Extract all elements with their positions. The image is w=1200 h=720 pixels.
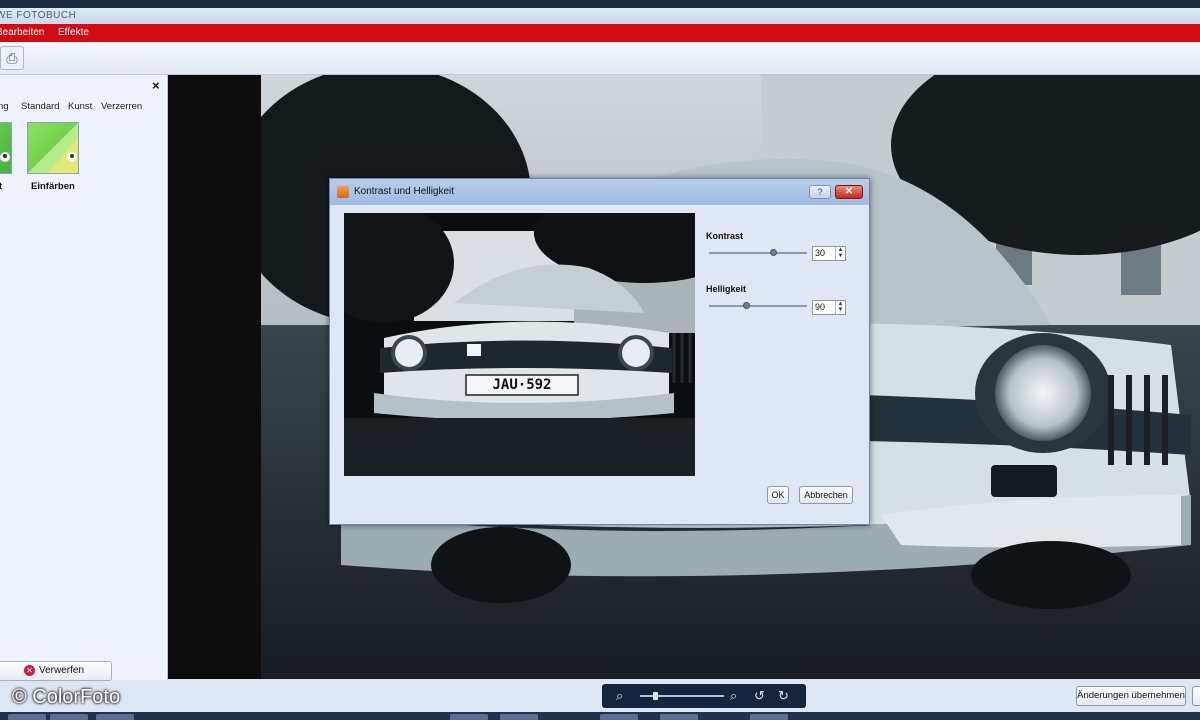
tab-partial[interactable]: ng bbox=[0, 101, 9, 112]
spinner-arrows-icon[interactable]: ▲ ▼ bbox=[835, 247, 845, 260]
contrast-slider-thumb[interactable] bbox=[769, 249, 777, 256]
close-panel-icon[interactable]: × bbox=[152, 78, 160, 93]
window-title: WE FOTOBUCH bbox=[0, 10, 77, 21]
zoom-slider-thumb[interactable] bbox=[653, 692, 659, 700]
effect-label-partial: t bbox=[0, 181, 3, 192]
cancel-button[interactable]: Abbrechen bbox=[799, 486, 853, 504]
print-button[interactable]: ⎙ bbox=[0, 46, 24, 70]
dialog-preview-image: JAU·592 bbox=[344, 213, 695, 476]
taskbar-item[interactable] bbox=[8, 714, 46, 720]
contrast-slider[interactable] bbox=[709, 249, 807, 256]
taskbar-item[interactable] bbox=[750, 714, 788, 720]
rotate-right-icon[interactable]: ↻ bbox=[778, 688, 789, 704]
brightness-slider[interactable] bbox=[709, 302, 807, 309]
discard-button[interactable]: ✕ Verwerfen bbox=[0, 661, 112, 681]
effects-panel: × ng Standard Kunst Verzerren t Einfärbe… bbox=[0, 75, 168, 681]
rotate-left-icon[interactable]: ↺ bbox=[754, 688, 765, 704]
spinner-arrows-icon[interactable]: ▲ ▼ bbox=[835, 301, 845, 314]
effect-thumb-art bbox=[0, 152, 10, 162]
brightness-slider-thumb[interactable] bbox=[743, 302, 751, 309]
discard-icon: ✕ bbox=[23, 664, 35, 676]
taskbar-item[interactable] bbox=[96, 714, 134, 720]
taskbar-item[interactable] bbox=[600, 714, 638, 720]
app-icon bbox=[337, 186, 349, 198]
menu-item-bearbeiten[interactable]: Bearbeiten bbox=[0, 24, 44, 42]
tab-verzerren[interactable]: Verzerren bbox=[101, 101, 142, 112]
zoom-bar: ⌕ ⌕ ↺ ↻ bbox=[602, 684, 806, 708]
effect-thumb-partial[interactable] bbox=[0, 122, 12, 174]
cut-off-button[interactable] bbox=[1192, 686, 1200, 706]
taskbar-item[interactable] bbox=[50, 714, 88, 720]
effect-label-einfaerben: Einfärben bbox=[31, 181, 75, 192]
menu-item-effekte[interactable]: Effekte bbox=[58, 24, 89, 42]
taskbar-item[interactable] bbox=[660, 714, 698, 720]
help-button[interactable]: ? bbox=[809, 185, 831, 199]
taskbar-item[interactable] bbox=[500, 714, 538, 720]
brightness-value: 90 bbox=[815, 302, 826, 312]
zoom-in-icon[interactable]: ⌕ bbox=[730, 688, 737, 704]
preview-photo-art bbox=[344, 213, 695, 476]
print-icon: ⎙ bbox=[6, 50, 18, 66]
close-dialog-button[interactable]: ✕ bbox=[835, 185, 863, 199]
dialog-title-bar[interactable]: Kontrast und Helligkeit ? ✕ bbox=[330, 179, 869, 205]
contrast-spinner[interactable]: 30 ▲ ▼ bbox=[812, 246, 846, 261]
license-plate-text: JAU·592 bbox=[492, 377, 552, 393]
contrast-brightness-dialog: Kontrast und Helligkeit ? ✕ JAU·592 Kont… bbox=[329, 178, 870, 525]
dialog-title: Kontrast und Helligkeit bbox=[354, 186, 455, 197]
tab-standard[interactable]: Standard bbox=[21, 101, 60, 112]
contrast-label: Kontrast bbox=[706, 231, 744, 241]
top-strip bbox=[0, 0, 1200, 8]
tab-kunst[interactable]: Kunst bbox=[68, 101, 92, 112]
taskbar bbox=[0, 712, 1200, 720]
colorize-thumb-art bbox=[28, 123, 78, 173]
window-title-bar: WE FOTOBUCH bbox=[0, 8, 1200, 24]
effect-thumb-einfaerben[interactable] bbox=[27, 122, 79, 174]
apply-changes-button[interactable]: Änderungen übernehmen bbox=[1076, 686, 1186, 706]
brightness-spinner[interactable]: 90 ▲ ▼ bbox=[812, 300, 846, 315]
discard-label: Verwerfen bbox=[38, 665, 85, 676]
contrast-value: 30 bbox=[815, 248, 826, 258]
watermark: © ColorFoto bbox=[12, 686, 121, 708]
taskbar-item[interactable] bbox=[450, 714, 488, 720]
zoom-out-icon[interactable]: ⌕ bbox=[616, 688, 623, 704]
toolbar: ⎙ bbox=[0, 42, 1200, 75]
ok-button[interactable]: OK bbox=[767, 486, 789, 504]
brightness-label: Helligkeit bbox=[706, 284, 747, 294]
menu-bar: Bearbeiten Effekte bbox=[0, 24, 1200, 42]
